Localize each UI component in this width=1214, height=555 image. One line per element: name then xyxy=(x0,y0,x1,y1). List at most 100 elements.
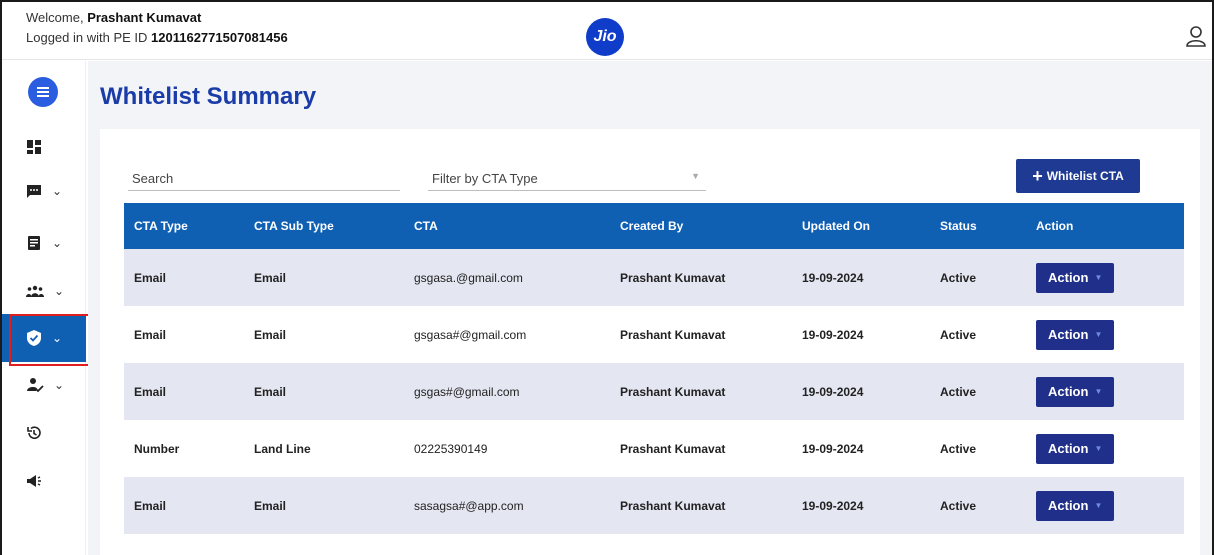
action-cell: Action ▼ xyxy=(1026,306,1184,363)
sidebar-item-messages[interactable]: ⌄ xyxy=(2,171,86,211)
column-header: Created By xyxy=(620,219,684,233)
whitelist-cta-button[interactable]: + Whitelist CTA xyxy=(1016,159,1140,193)
cta-type-cell: Email xyxy=(134,270,167,285)
sidebar-item-documents[interactable]: ⌄ xyxy=(2,223,86,263)
dropdown-caret-icon: ▼ xyxy=(1094,501,1103,510)
table-row: Email Email gsgasa.@gmail.com Prashant K… xyxy=(124,249,1184,306)
updated-on-cell: 19-09-2024 xyxy=(802,498,864,513)
dropdown-caret-icon: ▼ xyxy=(691,171,700,181)
menu-toggle-button[interactable] xyxy=(28,77,58,107)
cta-type-cell: Email xyxy=(134,327,167,342)
cta-cell: sasagsa#@app.com xyxy=(414,498,524,513)
user-check-icon xyxy=(27,378,44,393)
table-header-row: CTA Type CTA Sub Type CTA Created By Upd… xyxy=(124,203,1184,249)
sidebar-item-user-approval[interactable]: ⌄ xyxy=(2,365,86,405)
cta-subtype-cell: Email xyxy=(254,384,287,399)
sidebar-item-groups[interactable]: ⌄ xyxy=(2,271,86,311)
updated-on-cell: 19-09-2024 xyxy=(802,441,864,456)
action-cell: Action ▼ xyxy=(1026,477,1184,534)
chevron-down-icon: ⌄ xyxy=(54,378,65,392)
status-cell: Active xyxy=(940,327,977,342)
status-cell: Active xyxy=(940,498,977,513)
selection-highlight xyxy=(9,314,91,366)
table-row: Email Email sasagsa#@app.com Prashant Ku… xyxy=(124,477,1184,534)
action-label: Action xyxy=(1048,270,1089,285)
action-label: Action xyxy=(1048,441,1089,456)
user-name: Prashant Kumavat xyxy=(87,10,202,25)
updated-on-cell: 19-09-2024 xyxy=(802,270,864,285)
cta-subtype-cell: Email xyxy=(254,327,287,342)
jio-logo: Jio xyxy=(586,18,624,56)
action-button[interactable]: Action ▼ xyxy=(1036,433,1114,464)
filter-placeholder: Filter by CTA Type xyxy=(432,171,538,186)
column-header: CTA Type xyxy=(134,219,188,233)
chevron-down-icon: ⌄ xyxy=(52,236,63,250)
table-row: Email Email gsgas#@gmail.com Prashant Ku… xyxy=(124,363,1184,420)
status-cell: Active xyxy=(940,441,977,456)
top-header: Welcome, Prashant Kumavat Logged in with… xyxy=(2,2,1212,60)
message-icon xyxy=(27,185,41,198)
updated-on-cell: 19-09-2024 xyxy=(802,384,864,399)
created-by-cell: Prashant Kumavat xyxy=(620,384,726,399)
dashboard-icon xyxy=(27,140,41,154)
sidebar-item-dashboard[interactable] xyxy=(2,127,86,167)
cta-cell: gsgasa#@gmail.com xyxy=(414,327,527,342)
action-label: Action xyxy=(1048,327,1089,342)
cta-subtype-cell: Email xyxy=(254,270,287,285)
created-by-cell: Prashant Kumavat xyxy=(620,441,726,456)
search-input[interactable]: Search xyxy=(128,167,400,191)
pe-id: 1201162771507081456 xyxy=(151,30,288,45)
cta-cell: 02225390149 xyxy=(414,441,488,456)
column-header: CTA Sub Type xyxy=(254,219,334,233)
cta-cell: gsgas#@gmail.com xyxy=(414,384,520,399)
updated-on-cell: 19-09-2024 xyxy=(802,327,864,342)
group-icon xyxy=(26,285,44,297)
action-cell: Action ▼ xyxy=(1026,363,1184,420)
sidebar-item-campaigns[interactable] xyxy=(2,461,86,501)
hamburger-icon xyxy=(37,87,49,97)
column-header: Updated On xyxy=(802,219,870,233)
created-by-cell: Prashant Kumavat xyxy=(620,327,726,342)
whitelist-table: CTA Type CTA Sub Type CTA Created By Upd… xyxy=(124,203,1184,534)
cta-type-cell: Email xyxy=(134,384,167,399)
dropdown-caret-icon: ▼ xyxy=(1094,330,1103,339)
created-by-cell: Prashant Kumavat xyxy=(620,498,726,513)
dropdown-caret-icon: ▼ xyxy=(1094,444,1103,453)
created-by-cell: Prashant Kumavat xyxy=(620,270,726,285)
action-cell: Action ▼ xyxy=(1026,420,1184,477)
whitelist-cta-label: Whitelist CTA xyxy=(1046,169,1124,183)
main-content: Whitelist Summary Search Filter by CTA T… xyxy=(88,61,1212,555)
dropdown-caret-icon: ▼ xyxy=(1094,387,1103,396)
cta-subtype-cell: Land Line xyxy=(254,441,311,456)
action-button[interactable]: Action ▼ xyxy=(1036,490,1114,521)
cta-cell: gsgasa.@gmail.com xyxy=(414,270,523,285)
sidebar: ⌄ ⌄ ⌄ ⌄ ⌄ xyxy=(2,61,86,555)
action-label: Action xyxy=(1048,384,1089,399)
page-title: Whitelist Summary xyxy=(100,83,317,110)
welcome-text: Welcome, Prashant Kumavat xyxy=(26,10,201,25)
sidebar-item-history[interactable] xyxy=(2,413,86,453)
user-profile-icon[interactable] xyxy=(1184,24,1208,48)
login-info: Logged in with PE ID 1201162771507081456 xyxy=(26,30,288,45)
logo-text: Jio xyxy=(593,28,617,45)
chevron-down-icon: ⌄ xyxy=(52,184,63,198)
action-button[interactable]: Action ▼ xyxy=(1036,262,1114,293)
cta-type-cell: Email xyxy=(134,498,167,513)
column-header: Action xyxy=(1036,219,1074,233)
cta-type-cell: Number xyxy=(134,441,180,456)
chevron-down-icon: ⌄ xyxy=(54,284,65,298)
cta-type-filter[interactable]: Filter by CTA Type ▼ xyxy=(428,167,706,191)
action-button[interactable]: Action ▼ xyxy=(1036,376,1114,407)
column-header: CTA xyxy=(414,219,438,233)
document-icon xyxy=(28,236,40,250)
megaphone-icon xyxy=(27,475,41,487)
history-icon xyxy=(27,426,41,439)
welcome-prefix: Welcome, xyxy=(26,10,84,25)
action-button[interactable]: Action ▼ xyxy=(1036,319,1114,350)
summary-card: Search Filter by CTA Type ▼ + Whitelist … xyxy=(100,129,1200,555)
action-cell: Action ▼ xyxy=(1026,249,1184,306)
dropdown-caret-icon: ▼ xyxy=(1094,273,1103,282)
table-row: Number Land Line 02225390149 Prashant Ku… xyxy=(124,420,1184,477)
table-row: Email Email gsgasa#@gmail.com Prashant K… xyxy=(124,306,1184,363)
plus-icon: + xyxy=(1032,166,1043,186)
